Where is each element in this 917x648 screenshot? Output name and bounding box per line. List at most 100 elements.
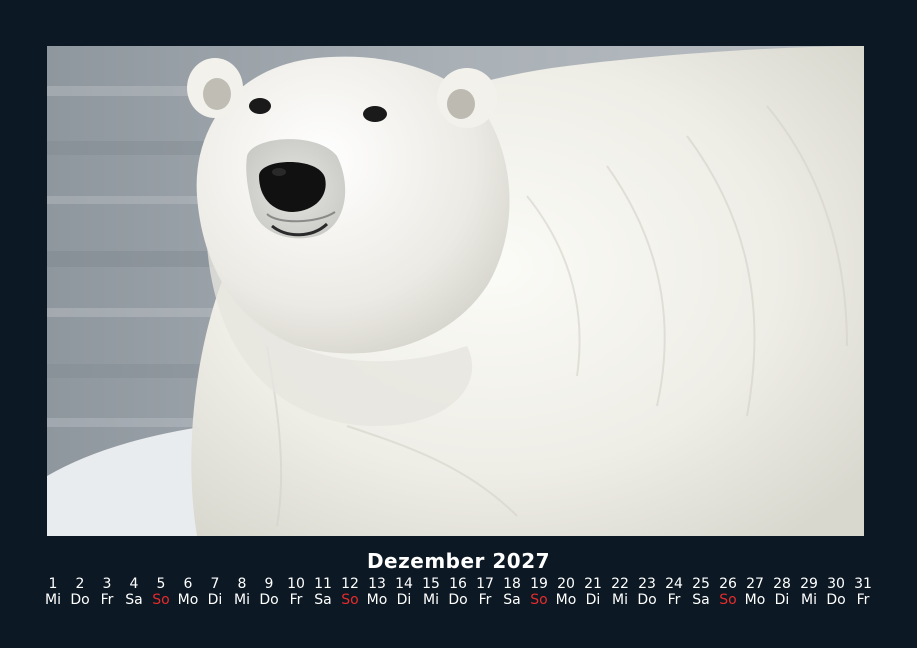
weekday-label: So	[152, 592, 170, 608]
day-number: 21	[584, 576, 602, 592]
day-cell: 13 Mo	[364, 576, 390, 608]
weekday-label: Fr	[856, 592, 870, 608]
day-number: 13	[368, 576, 386, 592]
calendar-page: Dezember 2027 1 Mi 2 Do 3 Fr 4 Sa 5 So 6 Mo 7 Di 8 Mi 9 D…	[0, 0, 917, 648]
day-cell: 12 So	[337, 576, 363, 608]
day-number: 5	[156, 576, 166, 592]
day-number: 30	[827, 576, 845, 592]
day-number: 27	[746, 576, 764, 592]
weekday-label: Sa	[125, 592, 143, 608]
day-number: 29	[800, 576, 818, 592]
weekday-label: Mi	[801, 592, 817, 608]
day-cell: 30 Do	[823, 576, 849, 608]
weekday-label: Mi	[423, 592, 439, 608]
weekday-label: Do	[637, 592, 657, 608]
day-cell: 4 Sa	[121, 576, 147, 608]
polar-bear-illustration	[47, 46, 864, 536]
day-cell: 28 Di	[769, 576, 795, 608]
day-cell: 2 Do	[67, 576, 93, 608]
day-cell: 20 Mo	[553, 576, 579, 608]
day-number: 28	[773, 576, 791, 592]
day-number: 31	[854, 576, 872, 592]
day-number: 11	[314, 576, 332, 592]
day-number: 12	[341, 576, 359, 592]
days-row: 1 Mi 2 Do 3 Fr 4 Sa 5 So 6 Mo 7 Di 8 Mi 9 Do 10 Fr 11 Sa 12 So 1…	[40, 576, 876, 608]
day-cell: 27 Mo	[742, 576, 768, 608]
day-number: 2	[75, 576, 85, 592]
day-cell: 29 Mi	[796, 576, 822, 608]
day-cell: 6 Mo	[175, 576, 201, 608]
day-cell: 3 Fr	[94, 576, 120, 608]
day-number: 10	[287, 576, 305, 592]
day-number: 26	[719, 576, 737, 592]
day-number: 6	[183, 576, 193, 592]
day-cell: 14 Di	[391, 576, 417, 608]
weekday-label: Fr	[667, 592, 681, 608]
weekday-label: Fr	[289, 592, 303, 608]
weekday-label: Mi	[234, 592, 250, 608]
weekday-label: Do	[448, 592, 468, 608]
day-number: 9	[264, 576, 274, 592]
day-number: 16	[449, 576, 467, 592]
ear-right	[437, 68, 497, 128]
weekday-label: Di	[396, 592, 412, 608]
day-number: 14	[395, 576, 413, 592]
day-cell: 26 So	[715, 576, 741, 608]
weekday-label: Di	[585, 592, 601, 608]
day-cell: 1 Mi	[40, 576, 66, 608]
day-number: 1	[48, 576, 58, 592]
weekday-label: Mi	[45, 592, 61, 608]
day-number: 19	[530, 576, 548, 592]
day-number: 25	[692, 576, 710, 592]
weekday-label: Sa	[314, 592, 332, 608]
day-number: 7	[210, 576, 220, 592]
weekday-label: Fr	[100, 592, 114, 608]
day-number: 17	[476, 576, 494, 592]
day-cell: 10 Fr	[283, 576, 309, 608]
day-cell: 7 Di	[202, 576, 228, 608]
weekday-label: Di	[207, 592, 223, 608]
ear-left	[187, 58, 243, 118]
weekday-label: Fr	[478, 592, 492, 608]
day-cell: 8 Mi	[229, 576, 255, 608]
weekday-label: Di	[774, 592, 790, 608]
day-cell: 24 Fr	[661, 576, 687, 608]
day-cell: 18 Sa	[499, 576, 525, 608]
weekday-label: So	[530, 592, 548, 608]
day-cell: 31 Fr	[850, 576, 876, 608]
day-cell: 15 Mi	[418, 576, 444, 608]
weekday-label: Mo	[555, 592, 577, 608]
day-number: 15	[422, 576, 440, 592]
month-title: Dezember 2027	[366, 549, 551, 573]
day-number: 24	[665, 576, 683, 592]
day-cell: 11 Sa	[310, 576, 336, 608]
weekday-label: Mo	[366, 592, 388, 608]
weekday-label: Do	[70, 592, 90, 608]
day-cell: 22 Mi	[607, 576, 633, 608]
day-cell: 23 Do	[634, 576, 660, 608]
day-number: 4	[129, 576, 139, 592]
weekday-label: Sa	[692, 592, 710, 608]
day-number: 3	[102, 576, 112, 592]
day-number: 22	[611, 576, 629, 592]
weekday-label: Do	[826, 592, 846, 608]
day-number: 8	[237, 576, 247, 592]
day-cell: 25 Sa	[688, 576, 714, 608]
weekday-label: Mi	[612, 592, 628, 608]
weekday-label: Sa	[503, 592, 521, 608]
weekday-label: Mo	[177, 592, 199, 608]
weekday-label: Do	[259, 592, 279, 608]
polar-bear-photo	[47, 46, 864, 536]
weekday-label: Mo	[744, 592, 766, 608]
day-cell: 5 So	[148, 576, 174, 608]
day-cell: 9 Do	[256, 576, 282, 608]
day-cell: 17 Fr	[472, 576, 498, 608]
day-number: 18	[503, 576, 521, 592]
day-cell: 21 Di	[580, 576, 606, 608]
day-cell: 19 So	[526, 576, 552, 608]
weekday-label: So	[341, 592, 359, 608]
weekday-label: So	[719, 592, 737, 608]
day-number: 20	[557, 576, 575, 592]
day-cell: 16 Do	[445, 576, 471, 608]
day-number: 23	[638, 576, 656, 592]
